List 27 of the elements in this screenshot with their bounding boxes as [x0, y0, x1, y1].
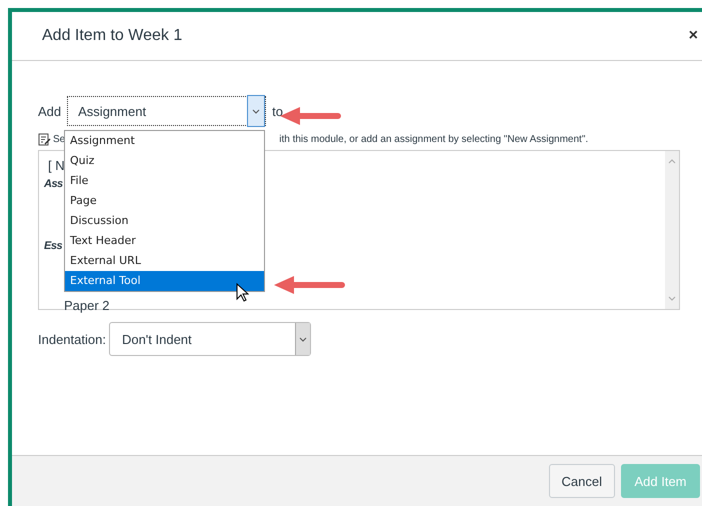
list-entry: Ess: [44, 239, 62, 254]
help-text: Se: [53, 134, 66, 145]
indentation-select[interactable]: Don't Indent: [108, 322, 311, 356]
close-button[interactable]: ×: [688, 27, 698, 45]
dropdown-option[interactable]: Page: [65, 191, 264, 211]
list-entry: Ass: [44, 177, 63, 192]
add-suffix-text: to: [272, 104, 283, 118]
edit-note-icon: [38, 133, 51, 146]
dialog-title: Add Item to Week 1: [42, 27, 182, 45]
scroll-up-icon: [668, 159, 676, 164]
dropdown-option[interactable]: Assignment: [65, 131, 264, 151]
dropdown-option[interactable]: External URL: [65, 251, 264, 271]
dropdown-option[interactable]: File: [65, 171, 264, 191]
chevron-down-icon: [252, 108, 260, 114]
item-type-select[interactable]: Assignment: [67, 96, 266, 126]
cancel-button[interactable]: Cancel: [548, 464, 615, 498]
chevron-down-icon: [298, 336, 307, 342]
arrow-icon: [272, 274, 346, 296]
dropdown-option[interactable]: Text Header: [65, 231, 264, 251]
dropdown-option[interactable]: Quiz: [65, 151, 264, 171]
add-label: Add: [38, 104, 62, 118]
scroll-down-icon: [668, 296, 676, 301]
list-entry: [ N: [48, 157, 65, 175]
dropdown-option[interactable]: External Tool: [65, 271, 264, 291]
dropdown-option[interactable]: Discussion: [65, 211, 264, 231]
indentation-label: Indentation:: [38, 332, 106, 346]
help-text: ith this module, or add an assignment by selecting "New Assignment".: [279, 134, 588, 145]
